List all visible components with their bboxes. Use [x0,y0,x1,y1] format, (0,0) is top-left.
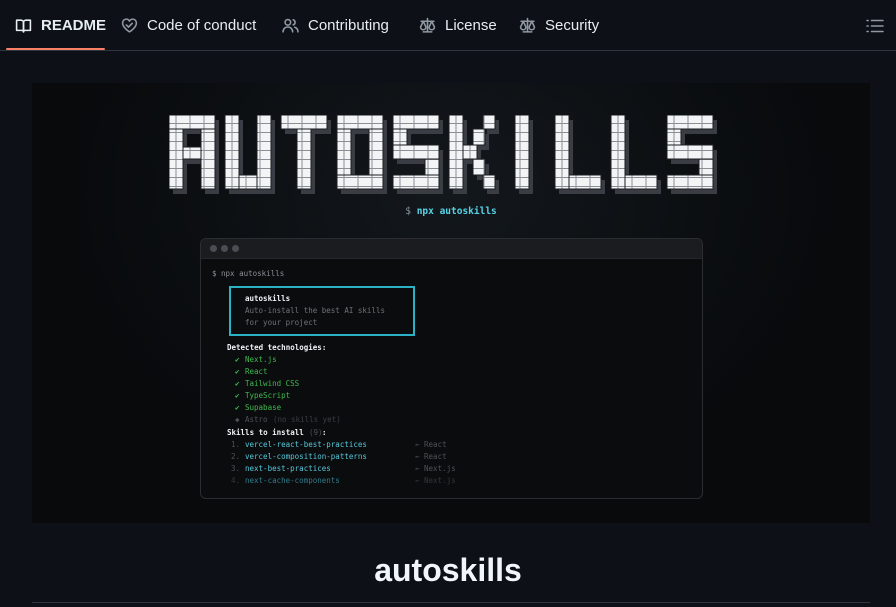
skill-number: 4. [231,476,241,485]
technology-item: React [245,367,268,376]
skill-number: 1. [231,440,241,449]
technology-item: Supabase [245,403,282,412]
skill-name: vercel-composition-patterns [245,452,367,461]
active-tab-indicator [6,48,105,50]
readme-tab-bar: README Code of conduct Contributing Lice… [0,0,896,51]
people-icon [282,18,299,33]
skipped-bullet: ◆ [235,415,240,424]
terminal-prompt-line: $ npx autoskills [212,269,285,278]
check-icon: ✔ [235,355,240,364]
readme-hero-image: $ npx autoskills $ npx autoskills autosk… [32,83,870,523]
code-of-conduct-icon [121,18,138,33]
tab-label: License [445,17,497,34]
skills-count: (9) [309,428,323,437]
banner-line: for your project [245,318,318,327]
tab-readme[interactable]: README [15,0,106,51]
window-dot [221,245,228,252]
skill-name: next-cache-components [245,476,340,485]
skill-source: ← Next.js [415,476,456,485]
skill-source: ← React [415,452,447,461]
install-command: $ npx autoskills [32,206,870,217]
readme-title: autoskills [374,552,522,588]
banner-line: Auto-install the best AI skills [245,306,385,315]
detected-heading: Detected technologies: [227,343,327,352]
skills-colon: : [322,428,327,437]
skill-number: 3. [231,464,241,473]
technology-item: TypeScript [245,391,291,400]
technology-item: Next.js [245,355,277,364]
book-icon [15,19,32,33]
skill-number: 2. [231,452,241,461]
autoskills-ascii-logo [169,115,717,194]
tab-label: Code of conduct [147,17,257,34]
list-unordered-icon [866,19,884,33]
check-icon: ✔ [235,367,240,376]
law-icon [519,17,536,33]
skill-source: ← Next.js [415,464,456,473]
skill-source: ← React [415,440,447,449]
prompt-symbol: $ [405,206,417,217]
heading-divider [32,602,870,603]
skill-name: next-best-practices [245,464,331,473]
check-icon: ✔ [235,391,240,400]
skipped-technology: Astro [245,415,268,424]
window-dot [232,245,239,252]
banner-title: autoskills [245,294,291,303]
tab-contributing[interactable]: Contributing [282,0,389,51]
window-dot [210,245,217,252]
tab-license[interactable]: License [419,0,497,51]
skills-heading: Skills to install [227,428,304,437]
technology-item: Tailwind CSS [245,379,300,388]
tab-label: Security [545,17,600,34]
terminal-titlebar [201,239,702,259]
tab-code-of-conduct[interactable]: Code of conduct [121,0,256,51]
skipped-note: (no skills yet) [273,415,341,424]
terminal-window: $ npx autoskills autoskills Auto-install… [200,238,703,499]
skill-name: vercel-react-best-practices [245,440,367,449]
check-icon: ✔ [235,379,240,388]
tab-label: README [41,17,107,34]
outline-button[interactable] [866,18,884,34]
check-icon: ✔ [235,403,240,412]
tab-security[interactable]: Security [519,0,599,51]
install-command-text: npx autoskills [416,206,497,217]
tab-label: Contributing [308,17,389,34]
law-icon [419,17,436,33]
